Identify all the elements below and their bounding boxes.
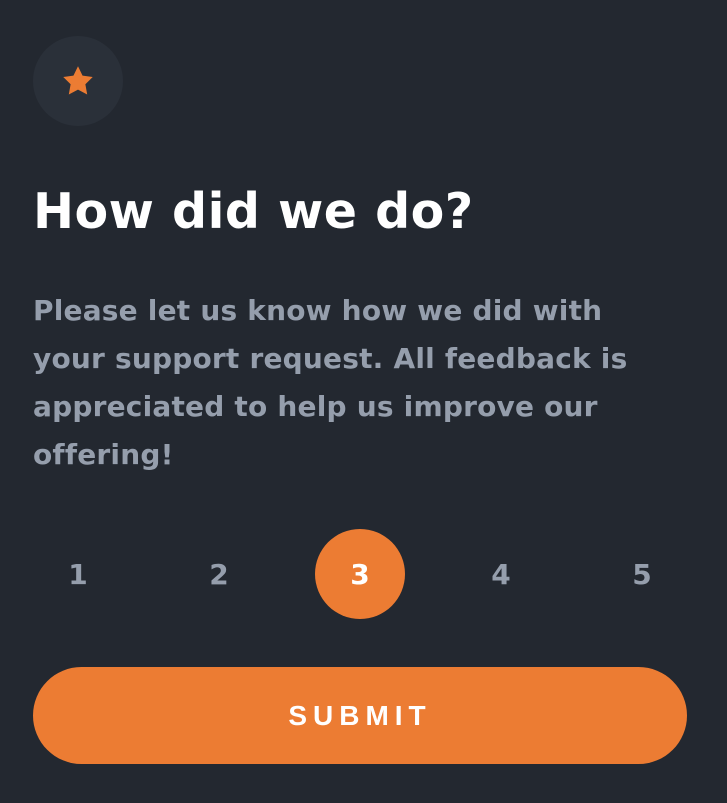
star-icon: [63, 66, 93, 95]
rating-button-1[interactable]: 1: [33, 529, 123, 619]
description: Please let us know how we did with your …: [33, 294, 628, 471]
rating-button-4[interactable]: 4: [456, 529, 546, 619]
rating-button-5[interactable]: 5: [597, 529, 687, 619]
submit-button[interactable]: SUBMIT: [33, 667, 687, 764]
page-title: How did we do?: [33, 183, 474, 240]
rating-button-2[interactable]: 2: [174, 529, 264, 619]
rating-card: How did we do? Please let us know how we…: [0, 0, 727, 803]
rating-button-3[interactable]: 3: [315, 529, 405, 619]
rating-options: 1 2 3 4 5: [33, 529, 687, 619]
star-icon-badge: [33, 36, 123, 126]
